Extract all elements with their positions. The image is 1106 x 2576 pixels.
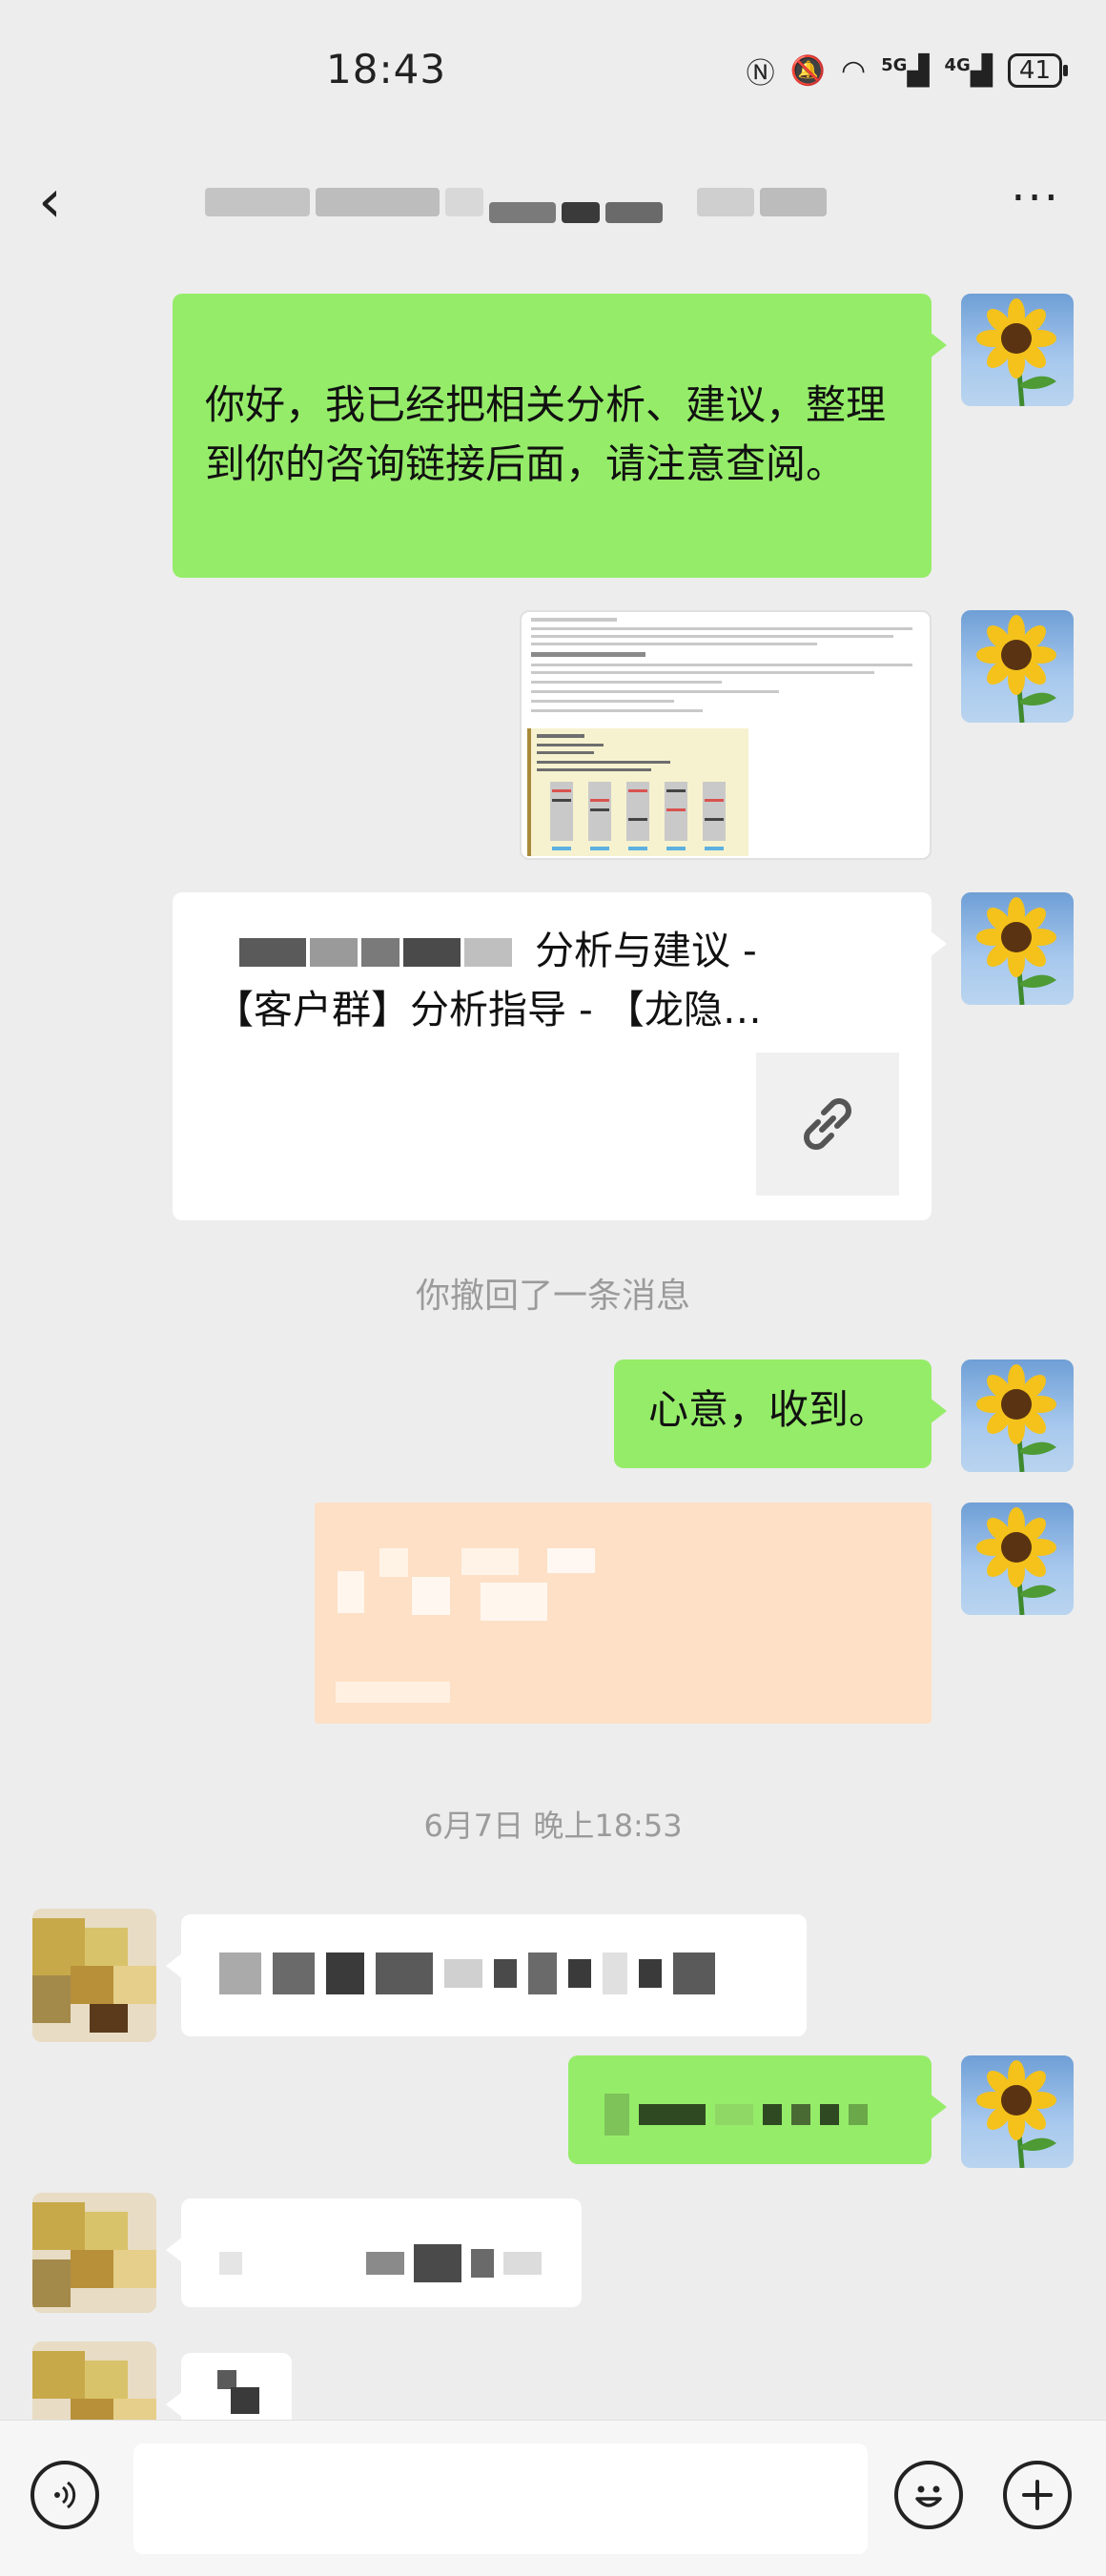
- avatar-sunflower[interactable]: [961, 294, 1074, 406]
- message-bubble-outgoing[interactable]: 你好，我已经把相关分析、建议，整理到你的咨询链接后面，请注意查阅。: [173, 294, 947, 578]
- status-time: 18:43: [326, 46, 447, 92]
- avatar-contact-redacted[interactable]: [32, 1909, 156, 2042]
- avatar-sunflower[interactable]: [961, 2055, 1074, 2168]
- message-bubble-outgoing[interactable]: 心意，收到。: [614, 1360, 947, 1468]
- bell-off-icon: 🔕: [789, 53, 826, 88]
- message-bubble-incoming-redacted[interactable]: [166, 2198, 582, 2307]
- link-icon: [756, 1053, 899, 1196]
- status-icons: Ⓝ 🔕 ◠ 5G▟ 4G▟ 41: [746, 50, 1069, 92]
- avatar-contact-redacted[interactable]: [32, 2341, 156, 2420]
- avatar-sunflower[interactable]: [961, 610, 1074, 723]
- back-icon[interactable]: ‹: [38, 172, 62, 231]
- signal-4g: 4G▟: [944, 53, 993, 88]
- more-options-icon[interactable]: ···: [1011, 172, 1060, 225]
- link-card-message[interactable]: 分析与建议 - 【客户群】分析指导 - 【龙隐…: [173, 892, 947, 1220]
- signal-5g: 5G▟: [881, 53, 930, 88]
- chat-timestamp: 6月7日 晚上18:53: [423, 1808, 683, 1844]
- avatar-sunflower[interactable]: [961, 1503, 1074, 1615]
- battery-indicator: 41: [1007, 53, 1069, 88]
- link-title-redacted: [239, 938, 512, 967]
- avatar-sunflower[interactable]: [961, 1360, 1074, 1472]
- message-bubble-outgoing-redacted[interactable]: [568, 2055, 947, 2164]
- chat-title-redacted: [205, 172, 901, 233]
- status-bar: 18:43 Ⓝ 🔕 ◠ 5G▟ 4G▟ 41: [0, 0, 1106, 143]
- nfc-icon: Ⓝ: [746, 57, 775, 91]
- message-input[interactable]: [133, 2443, 868, 2554]
- chat-nav-bar: ‹ ···: [0, 143, 1106, 267]
- message-text: 心意，收到。: [648, 1386, 890, 1433]
- message-bubble-incoming-redacted[interactable]: [166, 1914, 807, 2036]
- transfer-message-redacted[interactable]: [315, 1503, 932, 1724]
- message-bubble-incoming-redacted[interactable]: [166, 2353, 292, 2420]
- image-message-thumbnail[interactable]: [520, 610, 932, 860]
- wifi-icon: ◠: [840, 53, 867, 88]
- link-title-line2: 【客户群】分析指导 - 【龙隐…: [215, 987, 762, 1032]
- voice-input-icon[interactable]: [31, 2461, 99, 2529]
- avatar-sunflower[interactable]: [961, 892, 1074, 1005]
- message-text: 你好，我已经把相关分析、建议，整理到你的咨询链接后面，请注意查阅。: [205, 381, 887, 487]
- chat-input-bar: [0, 2420, 1106, 2576]
- avatar-contact-redacted[interactable]: [32, 2193, 156, 2313]
- recall-notice: 你撤回了一条消息: [415, 1277, 690, 1316]
- add-more-icon[interactable]: [1003, 2461, 1072, 2529]
- link-title-line1: 分析与建议 -: [535, 928, 757, 973]
- emoji-icon[interactable]: [894, 2461, 963, 2529]
